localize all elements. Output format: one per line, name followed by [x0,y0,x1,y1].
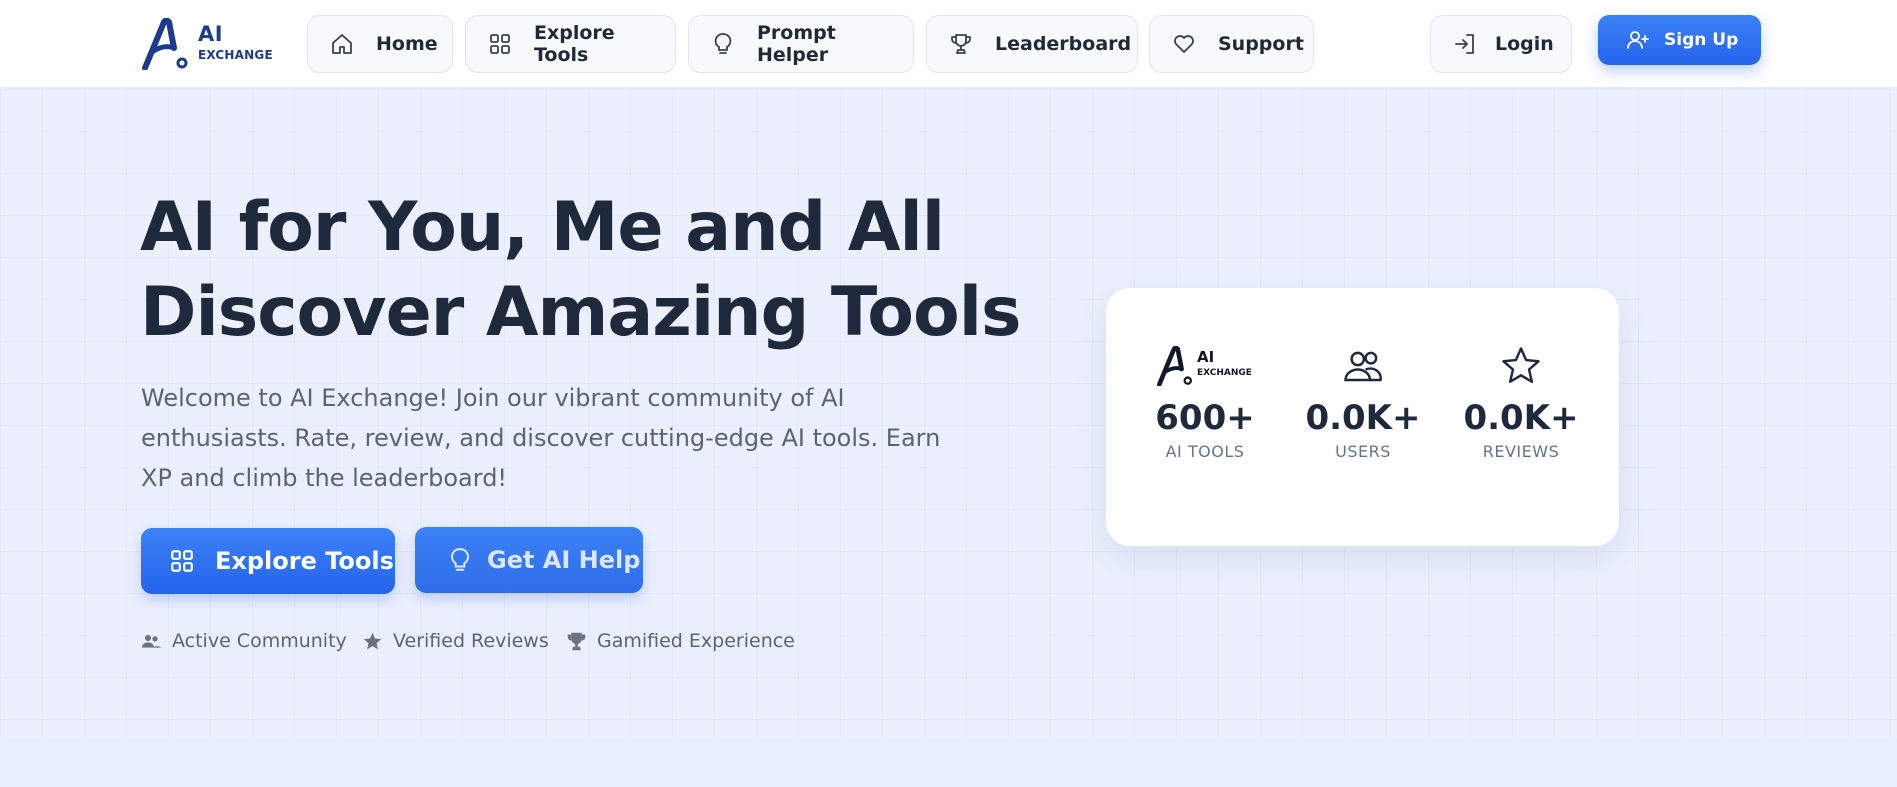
ai-exchange-logo[interactable]: AI EXCHANGE [142,18,273,70]
login-label: Login [1495,33,1554,55]
sign-up-label: Sign Up [1664,30,1739,50]
hero-title: AI for You, Me and All Discover Amazing … [140,185,1040,355]
get-ai-help-button[interactable]: Get AI Help [415,527,643,593]
stat-ai-tools: AI EXCHANGE 600+ AI TOOLS [1135,344,1275,464]
ai-exchange-logo-icon: AI EXCHANGE [1157,346,1253,386]
feature-gamified-experience: Gamified Experience [566,628,795,654]
star-icon [362,631,383,652]
feature-gamified-experience-label: Gamified Experience [597,630,795,652]
login-button[interactable]: Login [1430,15,1572,73]
star-icon [1451,344,1591,388]
logo-exchange-text: EXCHANGE [198,48,273,62]
stat-label: USERS [1335,442,1391,461]
nav-home-label: Home [376,33,438,55]
nav-prompt-helper-label: Prompt Helper [757,22,836,66]
nav-explore-tools-label: Explore Tools [534,22,615,66]
stat-value: 600+ [1155,398,1255,438]
users-icon [1293,344,1433,388]
nav-home-button[interactable]: Home [307,15,453,73]
home-icon [330,32,354,56]
stats-card: AI EXCHANGE 600+ AI TOOLS 0.0K+ USERS 0.… [1106,288,1619,546]
hero-title-line-2: Discover Amazing Tools [140,273,1022,352]
get-ai-help-label: Get AI Help [487,546,641,574]
nav-support-label: Support [1218,33,1304,55]
hero-bottom-band [0,737,1897,787]
users-icon [141,631,162,652]
stat-value: 0.0K+ [1463,398,1579,438]
explore-tools-button[interactable]: Explore Tools [141,528,395,594]
grid-icon [488,32,512,56]
mini-logo-ai-text: AI [1197,348,1215,366]
feature-verified-reviews-label: Verified Reviews [393,630,549,652]
nav-support-button[interactable]: Support [1149,15,1314,73]
top-nav-bar: AI EXCHANGE Home Explore Tools Prompt He… [0,0,1897,88]
sign-up-button[interactable]: Sign Up [1598,15,1761,65]
lightbulb-icon [447,547,473,573]
nav-explore-tools-button[interactable]: Explore Tools [465,15,676,73]
user-plus-icon [1626,28,1650,52]
stat-users: 0.0K+ USERS [1293,344,1433,464]
mini-logo-exchange-text: EXCHANGE [1197,368,1252,378]
hero-description: Welcome to AI Exchange! Join our vibrant… [141,384,941,492]
grid-icon [169,548,195,574]
nav-leaderboard-button[interactable]: Leaderboard [926,15,1138,73]
logo-mark-icon [142,18,188,70]
hero-title-line-1: AI for You, Me and All [140,188,945,267]
feature-verified-reviews: Verified Reviews [362,628,549,654]
feature-active-community-label: Active Community [172,630,347,652]
nav-leaderboard-label: Leaderboard [995,33,1132,55]
trophy-icon [949,32,973,56]
explore-tools-label: Explore Tools [215,547,394,575]
lightbulb-icon [711,32,735,56]
nav-prompt-helper-button[interactable]: Prompt Helper [688,15,914,73]
stat-reviews: 0.0K+ REVIEWS [1451,344,1591,464]
feature-active-community: Active Community [141,628,347,654]
login-icon [1453,32,1477,56]
stat-label: REVIEWS [1482,442,1560,461]
trophy-icon [566,631,587,652]
logo-ai-text: AI [198,22,224,46]
stat-label: AI TOOLS [1165,442,1245,461]
heart-icon [1172,32,1196,56]
stat-value: 0.0K+ [1305,398,1421,438]
